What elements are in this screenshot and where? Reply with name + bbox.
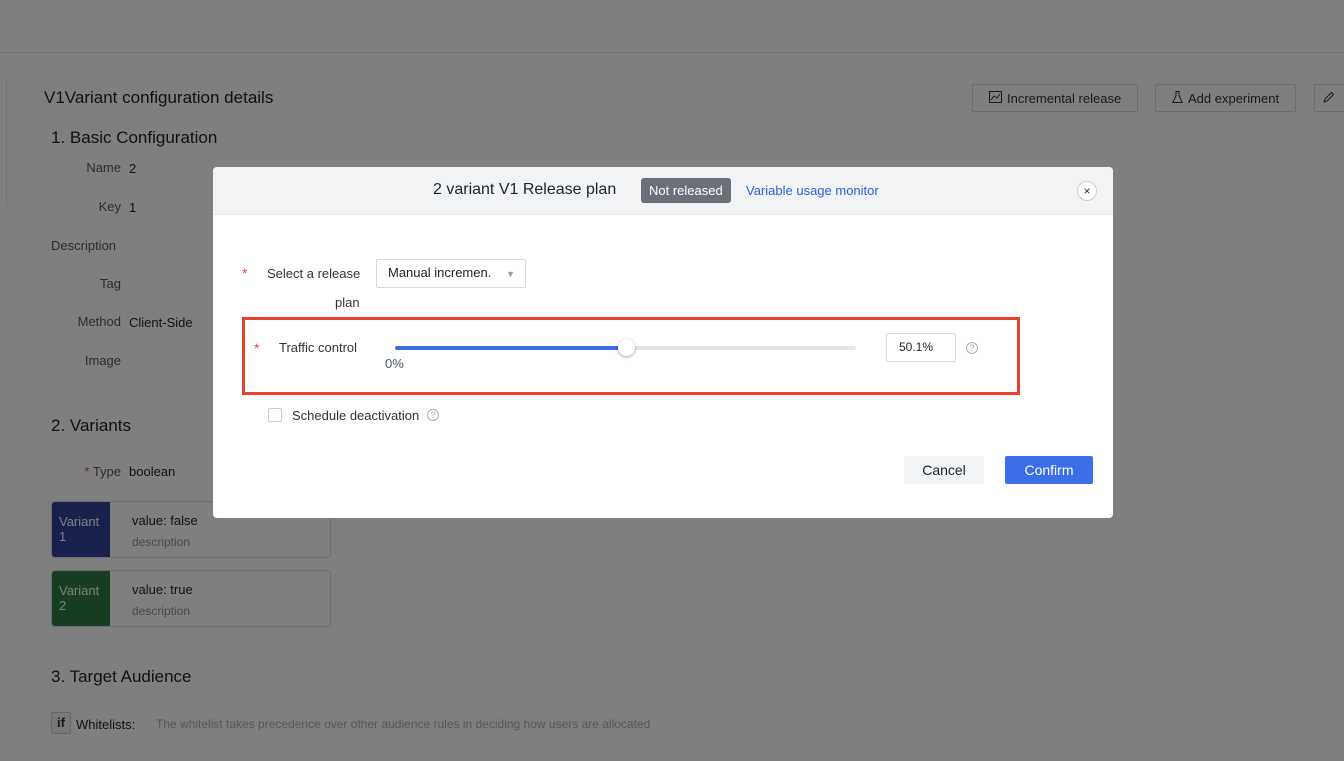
required-marker: * bbox=[242, 265, 248, 281]
release-plan-select[interactable]: Manual incremen. ▼ bbox=[376, 259, 526, 288]
modal-title: 2 variant V1 Release plan bbox=[433, 181, 617, 198]
help-icon[interactable]: ? bbox=[966, 342, 978, 354]
help-icon[interactable]: ? bbox=[427, 409, 439, 421]
release-plan-value: Manual incremen. bbox=[388, 265, 492, 280]
caret-down-icon: ▼ bbox=[506, 269, 515, 279]
traffic-slider[interactable] bbox=[395, 339, 856, 356]
schedule-deactivation-label: Schedule deactivation bbox=[292, 408, 420, 423]
slider-fill bbox=[395, 346, 626, 350]
required-marker: * bbox=[254, 340, 260, 356]
release-plan-label-line2: plan bbox=[335, 295, 360, 310]
modal-header: 2 variant V1 Release plan Not released V… bbox=[213, 167, 1113, 215]
traffic-control-label: Traffic control bbox=[279, 340, 358, 355]
close-icon[interactable]: × bbox=[1077, 181, 1097, 201]
slider-min-label: 0% bbox=[385, 356, 404, 371]
variable-usage-monitor-link[interactable]: Variable usage monitor bbox=[746, 183, 879, 198]
schedule-deactivation-checkbox[interactable] bbox=[268, 408, 282, 422]
cancel-button[interactable]: Cancel bbox=[904, 456, 984, 484]
confirm-button[interactable]: Confirm bbox=[1005, 456, 1093, 484]
slider-handle[interactable] bbox=[617, 339, 635, 356]
status-badge: Not released bbox=[641, 178, 731, 203]
release-plan-label: Select a release bbox=[267, 266, 361, 281]
traffic-percent-input[interactable]: 50.1% bbox=[886, 333, 956, 362]
release-plan-modal: 2 variant V1 Release plan Not released V… bbox=[213, 167, 1113, 518]
